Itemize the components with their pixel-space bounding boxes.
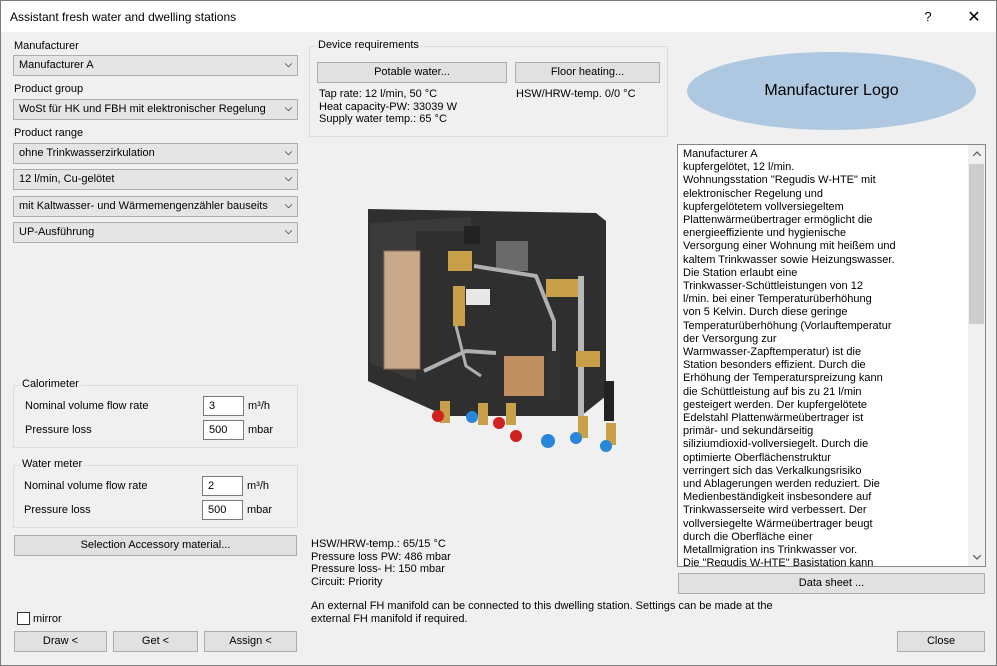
mirror-label: mirror	[33, 613, 62, 625]
product-range-value: mit Kaltwasser- und Wärmemengenzähler ba…	[19, 200, 268, 212]
chevron-down-icon	[285, 151, 292, 156]
calorimeter-flow-unit: m³/h	[248, 400, 270, 412]
scroll-down-button[interactable]	[968, 549, 985, 566]
chevron-up-icon	[972, 151, 981, 156]
chevron-down-icon	[285, 204, 292, 209]
chevron-down-icon	[972, 555, 981, 560]
chevron-down-icon	[285, 107, 292, 112]
close-icon: ✕	[967, 8, 981, 26]
chevron-down-icon	[285, 63, 292, 68]
manufacturer-logo: Manufacturer Logo	[687, 52, 976, 130]
product-range-select-4[interactable]: UP-Ausführung	[13, 222, 298, 243]
circuit-text: Circuit: Priority	[311, 575, 383, 588]
product-range-value: 12 l/min, Cu-gelötet	[19, 173, 115, 185]
results-summary: HSW/HRW-temp.: 65/15 °C Pressure loss PW…	[311, 538, 451, 588]
heat-capacity-text: Heat capacity-PW: 33039 W	[319, 100, 457, 113]
close-button[interactable]: Close	[897, 631, 985, 652]
tap-rate-text: Tap rate: 12 l/min, 50 °C	[319, 88, 438, 100]
window-close-button[interactable]: ✕	[951, 1, 997, 32]
manufacturer-select[interactable]: Manufacturer A	[13, 55, 298, 76]
product-range-value: ohne Trinkwasserzirkulation	[19, 147, 155, 159]
get-button[interactable]: Get <	[113, 631, 198, 652]
device-requirements-title: Device requirements	[316, 39, 421, 51]
title-bar: Assistant fresh water and dwelling stati…	[1, 1, 996, 32]
water-meter-pressure-unit: mbar	[247, 504, 273, 516]
manufacturer-label: Manufacturer	[14, 40, 79, 52]
calorimeter-flow-input[interactable]: 3	[203, 396, 244, 416]
product-range-select-1[interactable]: ohne Trinkwasserzirkulation	[13, 143, 298, 164]
potable-water-button[interactable]: Potable water...	[317, 62, 507, 83]
product-image	[356, 191, 621, 461]
calorimeter-title: Calorimeter	[20, 378, 81, 390]
pressure-loss-h-text: Pressure loss- H: 150 mbar	[311, 563, 445, 575]
floor-heating-button[interactable]: Floor heating...	[515, 62, 660, 83]
selection-accessory-button[interactable]: Selection Accessory material...	[14, 535, 297, 556]
description-scrollbar[interactable]	[968, 145, 985, 566]
floor-heating-temp-text: HSW/HRW-temp. 0/0 °C	[516, 88, 636, 100]
assign-button[interactable]: Assign <	[204, 631, 297, 652]
calorimeter-pressure-label: Pressure loss	[25, 424, 92, 436]
water-meter-flow-label: Nominal volume flow rate	[24, 480, 148, 492]
product-range-select-2[interactable]: 12 l/min, Cu-gelötet	[13, 169, 298, 190]
description-textbox[interactable]: Manufacturer A kupfergelötet, 12 l/min. …	[677, 144, 986, 567]
calorimeter-pressure-input[interactable]: 500	[203, 420, 244, 440]
manufacturer-value: Manufacturer A	[19, 59, 94, 71]
data-sheet-button[interactable]: Data sheet ...	[678, 573, 985, 594]
supply-temp-text: Supply water temp.: 65 °C	[319, 113, 447, 125]
calorimeter-flow-label: Nominal volume flow rate	[25, 400, 149, 412]
chevron-down-icon	[285, 230, 292, 235]
water-meter-group: Water meter	[13, 458, 298, 528]
product-group-value: WoSt für HK und FBH mit elektronischer R…	[19, 103, 266, 115]
chevron-down-icon	[285, 177, 292, 182]
product-range-label: Product range	[14, 127, 84, 139]
description-text: Manufacturer A kupfergelötet, 12 l/min. …	[683, 148, 896, 567]
help-button[interactable]: ?	[905, 1, 951, 32]
water-meter-pressure-label: Pressure loss	[24, 504, 91, 516]
potable-water-summary: Tap rate: 12 l/min, 50 °C Heat capacity-…	[319, 88, 457, 126]
hsw-hrw-temp-text: HSW/HRW-temp.: 65/15 °C	[311, 538, 446, 550]
logo-text: Manufacturer Logo	[764, 82, 899, 99]
scroll-thumb[interactable]	[969, 164, 984, 324]
product-range-value: UP-Ausführung	[19, 226, 95, 238]
product-range-select-3[interactable]: mit Kaltwasser- und Wärmemengenzähler ba…	[13, 196, 298, 217]
scroll-up-button[interactable]	[968, 145, 985, 162]
pressure-loss-pw-text: Pressure loss PW: 486 mbar	[311, 550, 451, 563]
manifold-note: An external FH manifold can be connected…	[311, 600, 773, 625]
dialog-window: Assistant fresh water and dwelling stati…	[0, 0, 997, 666]
calorimeter-pressure-unit: mbar	[248, 424, 274, 436]
product-group-label: Product group	[14, 83, 84, 95]
water-meter-pressure-input[interactable]: 500	[202, 500, 243, 520]
water-meter-flow-input[interactable]: 2	[202, 476, 243, 496]
product-group-select[interactable]: WoSt für HK und FBH mit elektronischer R…	[13, 99, 298, 120]
window-title: Assistant fresh water and dwelling stati…	[10, 10, 237, 24]
draw-button[interactable]: Draw <	[14, 631, 107, 652]
water-meter-flow-unit: m³/h	[247, 480, 269, 492]
mirror-checkbox[interactable]	[17, 612, 30, 625]
water-meter-title: Water meter	[20, 458, 85, 470]
help-icon: ?	[924, 9, 932, 24]
calorimeter-group: Calorimeter	[13, 378, 298, 448]
